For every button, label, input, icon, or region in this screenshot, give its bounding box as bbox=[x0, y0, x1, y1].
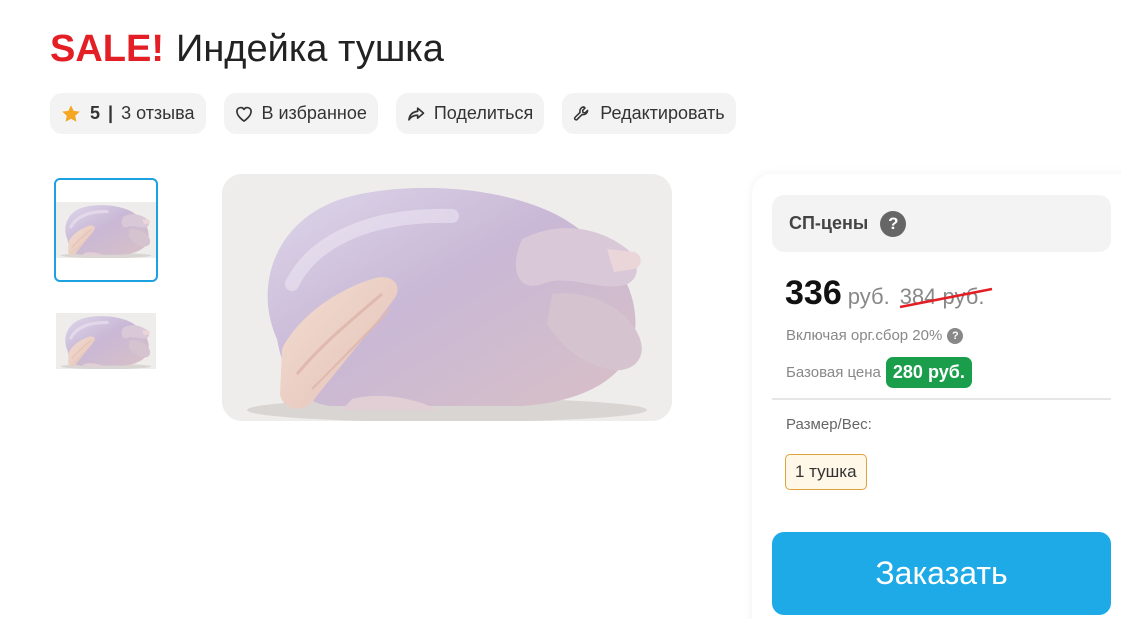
turkey-thumbnail-image bbox=[56, 313, 156, 369]
strikethrough-line bbox=[899, 287, 992, 309]
size-label: Размер/Вес: bbox=[786, 416, 872, 433]
product-title: SALE! Индейка тушка bbox=[50, 28, 444, 71]
gallery-thumbnail-2[interactable] bbox=[54, 289, 158, 393]
turkey-image bbox=[222, 174, 672, 421]
share-label: Поделиться bbox=[433, 103, 534, 123]
org-fee-text: Включая орг.сбор 20% bbox=[786, 327, 943, 344]
product-actions: 5 | 3 отзыва В избранное Поделиться Реда… bbox=[50, 93, 736, 134]
sale-label: SALE! bbox=[50, 28, 164, 70]
gallery-thumbnail-1[interactable] bbox=[54, 178, 158, 282]
star-icon bbox=[62, 104, 80, 122]
rating-value: 5 bbox=[90, 103, 101, 123]
favorite-button[interactable]: В избранное bbox=[223, 93, 378, 134]
base-price-badge: 280 руб. bbox=[885, 357, 972, 388]
reviews-count: 3 отзыва bbox=[121, 103, 195, 123]
rating-separator: | bbox=[108, 103, 114, 123]
divider bbox=[772, 398, 1111, 400]
org-fee-note: Включая орг.сбор 20% ? bbox=[786, 327, 964, 344]
wrench-icon bbox=[574, 105, 589, 121]
heart-icon bbox=[235, 106, 252, 122]
edit-label: Редактировать bbox=[600, 103, 725, 123]
size-option-selected[interactable]: 1 тушка bbox=[785, 454, 867, 490]
price-currency: руб. bbox=[847, 284, 890, 309]
share-button[interactable]: Поделиться bbox=[395, 93, 545, 134]
favorite-label: В избранное bbox=[261, 103, 367, 123]
base-price: Базовая цена 280 руб. bbox=[786, 357, 972, 388]
turkey-thumbnail-image bbox=[56, 202, 156, 258]
rating-reviews-button[interactable]: 5 | 3 отзыва bbox=[50, 93, 206, 134]
help-icon[interactable]: ? bbox=[880, 210, 907, 237]
sp-prices-label: СП-цены bbox=[789, 213, 869, 233]
main-product-image[interactable] bbox=[222, 174, 672, 421]
share-icon bbox=[407, 106, 425, 121]
price-row: 336 руб. 384 руб. bbox=[785, 274, 992, 313]
edit-button[interactable]: Редактировать bbox=[562, 93, 736, 134]
current-price: 336 bbox=[785, 274, 842, 312]
help-icon[interactable]: ? bbox=[947, 327, 964, 344]
old-price: 384 руб. bbox=[899, 284, 992, 310]
order-panel: СП-цены ? 336 руб. 384 руб. Включая орг.… bbox=[752, 174, 1121, 619]
base-price-label: Базовая цена bbox=[786, 364, 881, 381]
sp-prices-box: СП-цены ? bbox=[772, 195, 1111, 252]
product-name: Индейка тушка bbox=[176, 28, 444, 70]
order-button[interactable]: Заказать bbox=[772, 532, 1111, 615]
